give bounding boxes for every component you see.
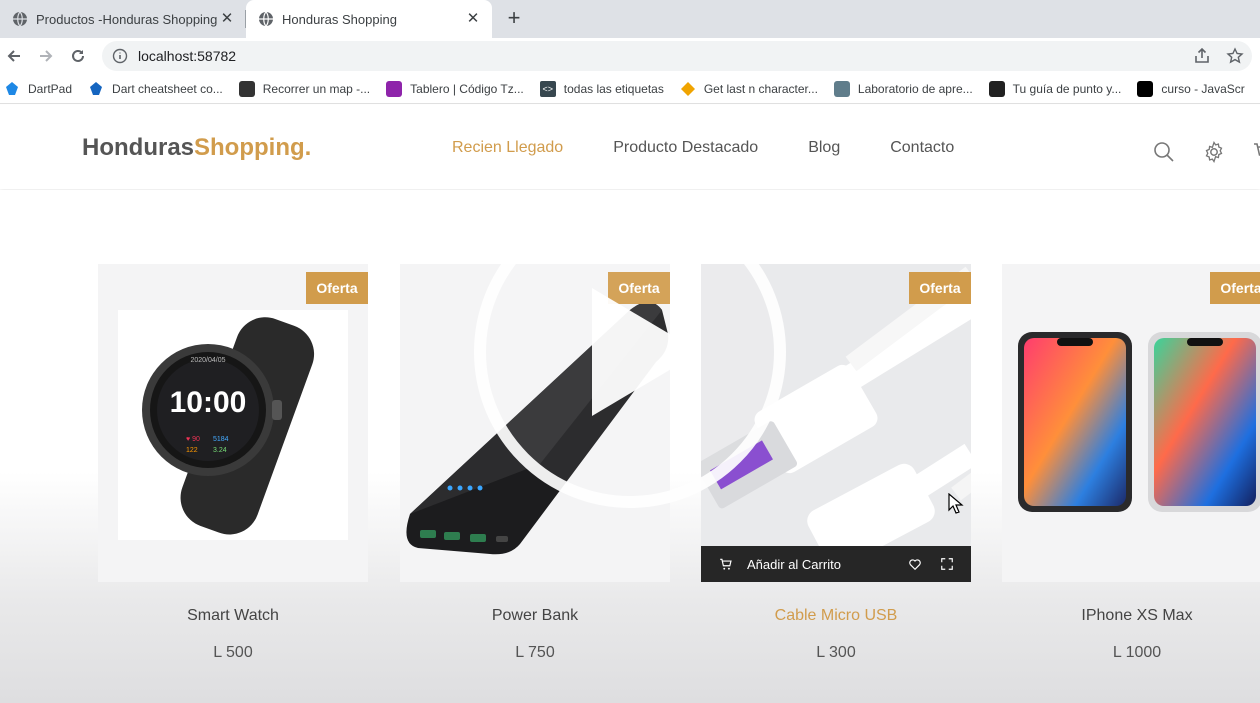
back-button[interactable] bbox=[2, 44, 26, 68]
wishlist-heart-icon[interactable] bbox=[907, 556, 923, 572]
product-price: L 300 bbox=[816, 644, 856, 661]
bookmark-item[interactable]: Recorrer un map -... bbox=[238, 80, 371, 97]
site-logo[interactable]: HondurasShopping. bbox=[82, 134, 311, 162]
tab-strip: Productos -Honduras Shopping! ✕ Honduras… bbox=[0, 0, 1260, 38]
forward-button[interactable] bbox=[34, 44, 58, 68]
bookmark-item[interactable]: Tu guía de punto y... bbox=[988, 80, 1122, 97]
logo-text-shopping: Shopping bbox=[194, 134, 305, 161]
browser-toolbar: localhost:58782 bbox=[0, 38, 1260, 74]
close-tab-icon[interactable]: ✕ bbox=[218, 10, 236, 28]
bookmark-item[interactable]: DartPad bbox=[4, 81, 72, 97]
site-header: HondurasShopping. Recien Llegado Product… bbox=[0, 105, 1260, 189]
code-icon: <> bbox=[539, 80, 556, 97]
arrow-left-icon bbox=[7, 50, 20, 62]
product-card-iphone-xs-max[interactable]: Oferta IPhone XS Max L 1000 bbox=[1002, 264, 1260, 661]
close-tab-icon[interactable]: ✕ bbox=[464, 10, 482, 28]
main-nav: Recien Llegado Producto Destacado Blog C… bbox=[452, 139, 1004, 157]
product-price: L 750 bbox=[515, 644, 555, 661]
nav-recien-llegado[interactable]: Recien Llegado bbox=[452, 139, 563, 157]
tab-title: Honduras Shopping bbox=[282, 11, 397, 27]
bookmark-label: Dart cheatsheet co... bbox=[112, 81, 223, 96]
iphone-illustration bbox=[1018, 332, 1260, 512]
nav-blog[interactable]: Blog bbox=[808, 139, 840, 157]
product-name[interactable]: Cable Micro USB bbox=[701, 607, 971, 625]
watch-illustration: 2020/04/05 ♥ 90 5184 122 3.24 bbox=[142, 317, 315, 535]
product-image-iphone[interactable]: Oferta bbox=[1002, 264, 1260, 582]
site-icon bbox=[833, 80, 850, 97]
browser-tab-honduras-shopping[interactable]: Honduras Shopping ✕ bbox=[246, 0, 492, 38]
product-name[interactable]: IPhone XS Max bbox=[1002, 607, 1260, 625]
product-price: L 1000 bbox=[1112, 644, 1162, 661]
logo-text-honduras: Honduras bbox=[82, 134, 195, 161]
gear-icon[interactable] bbox=[1202, 140, 1226, 164]
bookmark-label: Tablero | Código Tz... bbox=[410, 81, 524, 96]
cart-icon[interactable] bbox=[719, 557, 733, 571]
bookmark-item[interactable]: Get last n character... bbox=[680, 81, 818, 97]
offer-badge: Oferta bbox=[306, 272, 368, 304]
product-image-smart-watch[interactable]: 2020/04/05 ♥ 90 5184 122 3.24 10:00 Ofer… bbox=[98, 264, 368, 582]
offer-badge: Oferta bbox=[1210, 272, 1260, 304]
product-price: L 500 bbox=[213, 644, 253, 661]
dart-icon bbox=[88, 81, 104, 97]
product-card-smart-watch[interactable]: 2020/04/05 ♥ 90 5184 122 3.24 10:00 Ofer… bbox=[98, 264, 368, 661]
svg-text:2020/04/05: 2020/04/05 bbox=[190, 357, 225, 364]
new-tab-button[interactable]: + bbox=[502, 7, 526, 31]
bookmark-label: todas las etiquetas bbox=[563, 81, 664, 96]
site-icon bbox=[386, 80, 403, 97]
bookmark-item[interactable]: Laboratorio de apre... bbox=[833, 80, 973, 97]
bookmark-item[interactable]: curso - JavaScr bbox=[1137, 80, 1245, 97]
product-name[interactable]: Power Bank bbox=[400, 607, 670, 625]
dart-icon bbox=[4, 81, 20, 97]
mouse-cursor-icon bbox=[948, 493, 964, 514]
address-bar[interactable]: localhost:58782 bbox=[102, 41, 1252, 71]
bookmark-label: Tu guía de punto y... bbox=[1012, 81, 1122, 96]
add-to-cart-button[interactable]: Añadir al Carrito bbox=[747, 557, 907, 572]
bookmark-star-button[interactable] bbox=[1223, 44, 1247, 68]
bookmark-label: curso - JavaScr bbox=[1161, 81, 1245, 96]
nav-producto-destacado[interactable]: Producto Destacado bbox=[613, 139, 758, 157]
info-icon[interactable] bbox=[112, 48, 128, 64]
watch-time: 10:00 bbox=[169, 386, 247, 419]
arrow-right-icon bbox=[40, 50, 53, 62]
svg-text:♥ 90: ♥ 90 bbox=[186, 436, 200, 443]
cart-icon[interactable] bbox=[1252, 140, 1260, 164]
logo-dot: . bbox=[304, 134, 312, 161]
globe-icon bbox=[259, 11, 273, 27]
tab-title: Productos -Honduras Shopping! bbox=[36, 11, 218, 27]
bookmark-label: DartPad bbox=[28, 81, 73, 96]
browser-tab-productos[interactable]: Productos -Honduras Shopping! ✕ bbox=[0, 0, 246, 38]
share-icon bbox=[1195, 47, 1209, 63]
site-icon bbox=[1137, 80, 1154, 97]
svg-text:5184: 5184 bbox=[213, 436, 229, 443]
bookmark-item[interactable]: Dart cheatsheet co... bbox=[88, 81, 223, 97]
globe-icon bbox=[13, 11, 27, 27]
search-icon[interactable] bbox=[1152, 140, 1176, 164]
reload-icon bbox=[72, 49, 84, 62]
play-video-icon[interactable] bbox=[470, 192, 790, 512]
reload-button[interactable] bbox=[66, 44, 90, 68]
bookmarks-bar: DartPad Dart cheatsheet co... Recorrer un … bbox=[0, 74, 1260, 104]
svg-text:3.24: 3.24 bbox=[213, 447, 227, 454]
add-to-cart-bar: Añadir al Carrito bbox=[701, 546, 971, 582]
bookmark-label: Recorrer un map -... bbox=[262, 81, 371, 96]
nav-contacto[interactable]: Contacto bbox=[890, 139, 954, 157]
svg-text:122: 122 bbox=[186, 447, 198, 454]
expand-icon[interactable] bbox=[939, 556, 955, 572]
star-icon bbox=[1226, 47, 1244, 64]
diamond-icon bbox=[680, 81, 696, 97]
bookmark-item[interactable]: <> todas las etiquetas bbox=[539, 80, 664, 97]
bookmark-label: Get last n character... bbox=[703, 81, 818, 96]
share-button[interactable] bbox=[1190, 44, 1214, 68]
url-text: localhost:58782 bbox=[138, 48, 237, 64]
bookmark-item[interactable]: Tablero | Código Tz... bbox=[386, 80, 524, 97]
site-icon bbox=[238, 80, 255, 97]
offer-badge: Oferta bbox=[909, 272, 971, 304]
site-icon bbox=[988, 80, 1005, 97]
product-name[interactable]: Smart Watch bbox=[98, 607, 368, 625]
bookmark-label: Laboratorio de apre... bbox=[857, 81, 973, 96]
